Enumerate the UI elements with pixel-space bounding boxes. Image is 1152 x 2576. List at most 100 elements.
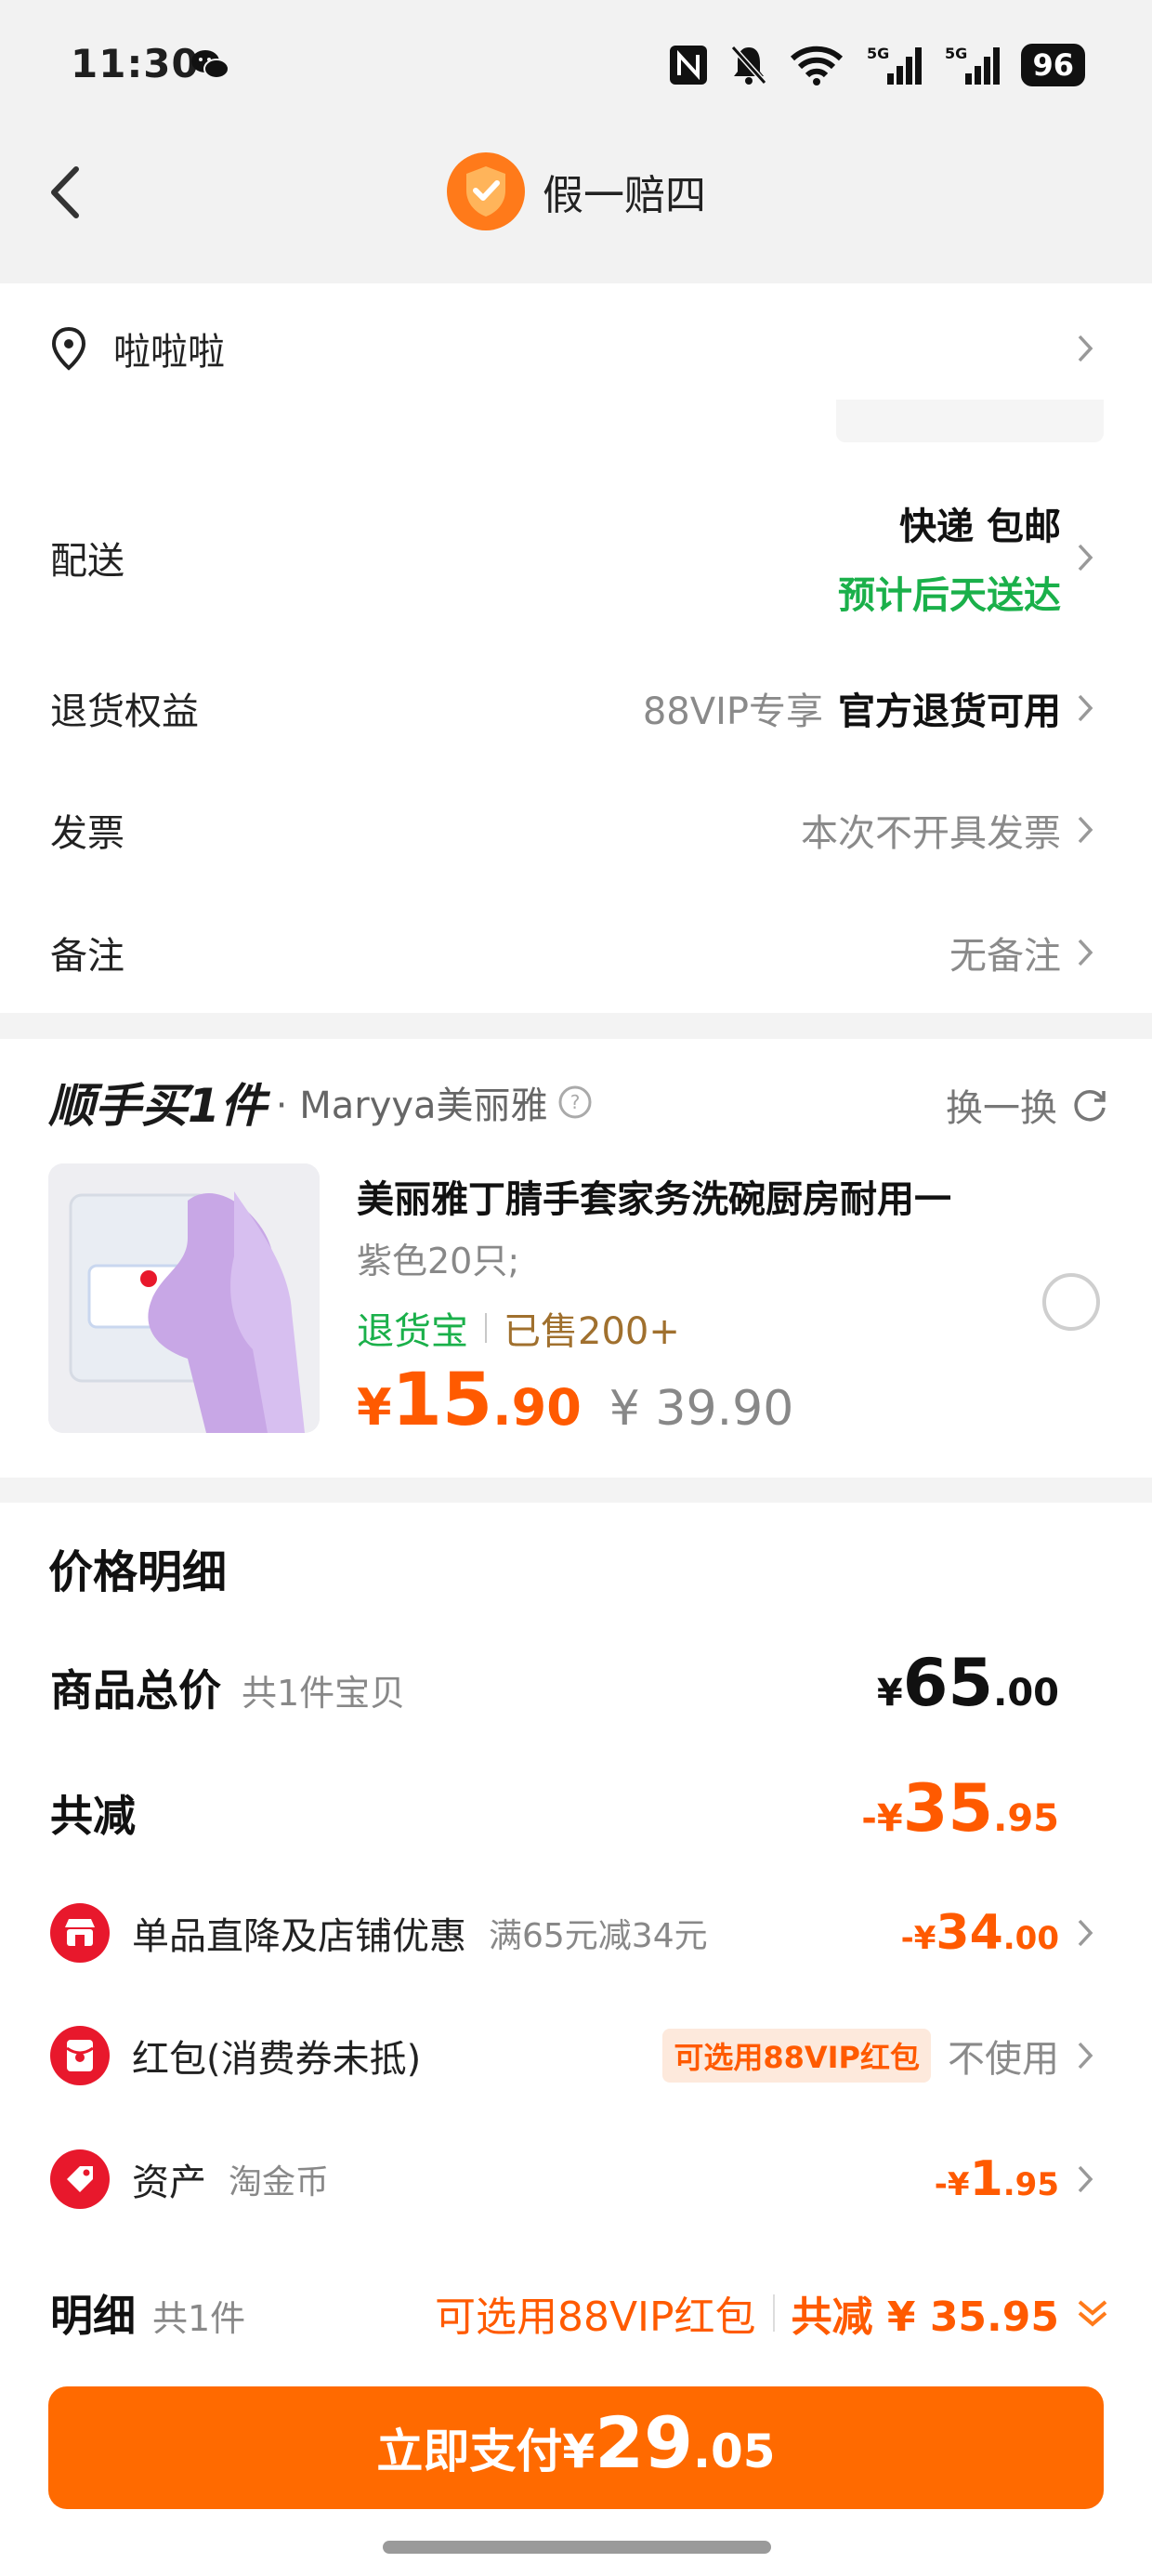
home-indicator[interactable] <box>383 2541 771 2554</box>
wifi-icon <box>791 46 844 85</box>
detail-title: 明细 <box>50 2291 136 2341</box>
return-guarantee-tag: 退货宝 <box>357 1310 468 1353</box>
svg-text:?: ? <box>569 1091 580 1113</box>
amount-decimal: .00 <box>1002 1920 1059 1957</box>
assets-amount: -¥1.95 <box>935 2151 1059 2207</box>
reduction-amount: -¥35.95 <box>861 1770 1059 1847</box>
address-text: 啦啦啦 <box>113 331 225 374</box>
order-info-card <box>0 283 1152 1013</box>
delivery-row[interactable]: 配送 快递 包邮 预计后天送达 <box>50 493 1094 623</box>
assets-source: 淘金币 <box>229 2163 330 2201</box>
location-pin-icon <box>51 326 86 371</box>
product-spec: 紫色20只; <box>357 1241 520 1281</box>
quantity-stepper-fragment <box>836 400 1104 442</box>
help-circle-icon[interactable]: ? <box>557 1084 593 1120</box>
delivery-method: 快递 包邮 <box>899 506 1061 548</box>
product-price: ¥15.90 ¥ 39.90 <box>357 1359 793 1442</box>
amount-integer: 34 <box>936 1905 1003 1961</box>
remark-row[interactable]: 备注 无备注 <box>50 915 1094 990</box>
invoice-value: 本次不开具发票 <box>801 812 1061 855</box>
status-bar: 11:30 5G 5G 96 <box>0 0 1152 139</box>
pay-label: 立即支付 <box>376 2425 563 2478</box>
detail-summary-bar[interactable]: 明细 共1件 可选用88VIP红包 共减 ¥ 35.95 <box>50 2282 1109 2344</box>
vip-hint: 可选用88VIP红包 <box>434 2293 756 2341</box>
status-icons: 5G 5G 96 <box>668 39 1085 91</box>
chevron-right-icon <box>1078 816 1093 844</box>
reduction-row: 共减 -¥35.95 <box>50 1770 1059 1847</box>
amount-currency: -¥ <box>900 1920 936 1957</box>
price-currency: ¥ <box>357 1378 392 1437</box>
goods-total-amount: ¥65.00 <box>877 1645 1059 1721</box>
remark-label: 备注 <box>50 935 124 978</box>
shop-discount-rule: 满65元减34元 <box>489 1917 708 1955</box>
current-price: ¥15.90 <box>357 1359 582 1442</box>
total-reduce: 共减 ¥ 35.95 <box>791 2293 1059 2341</box>
returns-vip: 88VIP专享 <box>642 690 823 733</box>
price-integer: 15 <box>391 1359 493 1442</box>
pay-currency: ¥ <box>562 2425 596 2478</box>
chevron-right-icon <box>1078 2165 1093 2193</box>
price-decimal: .90 <box>492 1378 582 1437</box>
swap-label: 换一换 <box>946 1087 1057 1130</box>
chevron-down-double-icon <box>1078 2300 1107 2327</box>
amount-decimal: .95 <box>993 1797 1059 1840</box>
battery-indicator: 96 <box>1021 44 1085 86</box>
goods-total-count: 共1件宝贝 <box>242 1673 406 1714</box>
original-price: ¥ 39.90 <box>609 1381 794 1437</box>
returns-label: 退货权益 <box>50 690 199 733</box>
chevron-right-icon <box>1078 2042 1093 2070</box>
coin-tag-icon <box>50 2149 110 2209</box>
bundle-header: 顺手买1件 · Maryya美丽雅 ? <box>48 1069 593 1136</box>
shop-discount-row[interactable]: 单品直降及店铺优惠 满65元减34元 -¥34.00 <box>50 1896 1094 1970</box>
chevron-right-icon <box>1078 544 1093 572</box>
product-image[interactable] <box>48 1163 320 1433</box>
svg-text:5G: 5G <box>945 45 967 62</box>
bundle-select-radio[interactable] <box>1042 1273 1100 1331</box>
address-row[interactable]: 啦啦啦 <box>50 311 1094 386</box>
refresh-icon <box>1074 1090 1106 1122</box>
shield-check-icon <box>447 152 525 230</box>
invoice-label: 发票 <box>50 812 124 855</box>
glove-package-image <box>48 1163 320 1433</box>
divider <box>772 2294 775 2332</box>
page-header: 假一赔四 <box>0 139 1152 283</box>
price-detail-title: 价格明细 <box>48 1546 228 1598</box>
returns-value: 官方退货可用 <box>838 690 1061 733</box>
swap-button[interactable]: 换一换 <box>946 1078 1109 1132</box>
red-packet-row[interactable]: 红包(消费券未抵) 可选用88VIP红包 不使用 <box>50 2018 1094 2093</box>
shop-icon <box>50 1903 110 1963</box>
5g-signal-icon: 5G <box>867 45 923 85</box>
amount-currency: -¥ <box>934 2166 970 2203</box>
amount-decimal: .00 <box>993 1672 1059 1715</box>
reduction-label: 共减 <box>50 1791 136 1841</box>
pay-decimal: .05 <box>692 2425 776 2478</box>
returns-row[interactable]: 退货权益 88VIP专享 官方退货可用 <box>50 671 1094 745</box>
shop-discount-label: 单品直降及店铺优惠 <box>132 1915 466 1958</box>
vip-red-packet-chip[interactable]: 可选用88VIP红包 <box>662 2029 931 2083</box>
red-packet-icon <box>50 2026 110 2085</box>
mute-bell-icon <box>731 45 767 85</box>
sold-count-tag: 已售200+ <box>504 1310 680 1353</box>
bundle-title: 顺手买1件 <box>48 1079 267 1133</box>
amount-integer: 65 <box>902 1645 994 1721</box>
red-packet-value: 不使用 <box>948 2038 1059 2081</box>
amount-integer: 35 <box>902 1770 994 1847</box>
pay-integer: 29 <box>595 2401 693 2484</box>
page-title: 假一赔四 <box>543 172 706 219</box>
chevron-right-icon <box>1078 694 1093 722</box>
chevron-right-icon <box>1078 1919 1093 1947</box>
amount-integer: 1 <box>969 2151 1003 2207</box>
nfc-icon <box>670 46 708 85</box>
wechat-icon <box>191 50 229 79</box>
bundle-brand: · Maryya美丽雅 <box>275 1084 548 1127</box>
delivery-eta: 预计后天送达 <box>838 574 1061 617</box>
product-tags: 退货宝 已售200+ <box>357 1301 680 1355</box>
5g-signal-icon: 5G <box>945 45 1001 85</box>
chevron-right-icon <box>1078 335 1093 362</box>
assets-row[interactable]: 资产 淘金币 -¥1.95 <box>50 2142 1094 2216</box>
delivery-label: 配送 <box>50 540 124 583</box>
pay-now-button[interactable]: 立即支付 ¥29.05 <box>48 2386 1104 2509</box>
invoice-row[interactable]: 发票 本次不开具发票 <box>50 793 1094 867</box>
amount-decimal: .95 <box>1002 2166 1059 2203</box>
header-center: 假一赔四 <box>0 147 1152 236</box>
